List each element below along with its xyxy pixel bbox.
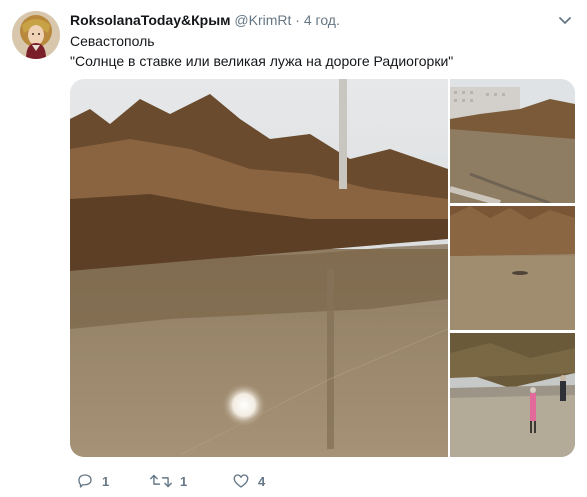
photo-thumbnail[interactable] — [450, 333, 575, 457]
timestamp[interactable]: 4 год. — [304, 12, 340, 28]
separator-dot: · — [295, 12, 300, 28]
tweet-text-line: "Солнце в ставке или великая лужа на дор… — [70, 53, 454, 69]
photo-thumbnail[interactable] — [450, 79, 575, 203]
avatar-image — [12, 11, 60, 59]
media-grid — [70, 79, 575, 457]
like-button[interactable]: 4 — [232, 470, 265, 492]
tweet-text-line: Севастополь — [70, 33, 155, 49]
photo-thumbnail[interactable] — [450, 206, 575, 330]
chevron-down-icon[interactable] — [557, 12, 573, 28]
retweet-count: 1 — [180, 473, 188, 489]
avatar[interactable] — [12, 11, 60, 59]
reply-button[interactable]: 1 — [76, 470, 109, 492]
display-name[interactable]: RoksolanaToday&Крым — [70, 12, 231, 28]
reply-count: 1 — [102, 473, 110, 489]
reply-icon — [78, 474, 92, 488]
tweet-text: Севастополь "Солнце в ставке или великая… — [70, 31, 453, 71]
tweet-header: RoksolanaToday&Крым @KrimRt · 4 год. — [70, 11, 575, 31]
tweet: RoksolanaToday&Крым @KrimRt · 4 год. Сев… — [0, 0, 587, 497]
retweet-button[interactable]: 1 — [150, 470, 187, 492]
like-count: 4 — [258, 473, 266, 489]
user-handle[interactable]: @KrimRt — [234, 12, 291, 28]
retweet-icon — [150, 474, 172, 488]
like-icon — [233, 474, 249, 488]
photo-main[interactable] — [70, 79, 448, 457]
